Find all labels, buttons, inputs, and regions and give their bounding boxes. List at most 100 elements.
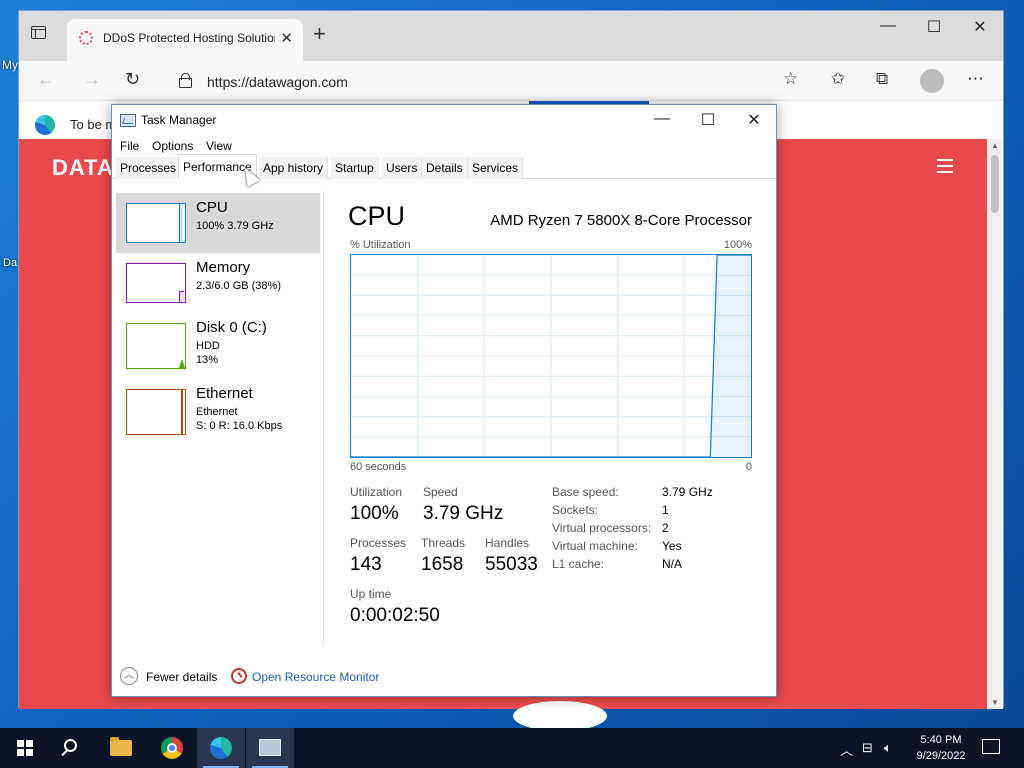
processor-name: AMD Ryzen 7 5800X 8-Core Processor (490, 212, 752, 229)
resource-detail: 2.3/6.0 GB (38%) (196, 280, 281, 292)
collections-icon[interactable]: ⧉ (876, 69, 888, 89)
tab-actions-icon[interactable] (31, 26, 49, 44)
browser-close-button[interactable]: ✕ (957, 17, 1003, 37)
edge-logo-icon (35, 115, 55, 135)
task-manager-titlebar[interactable]: Task Manager — ☐ ✕ (112, 105, 776, 135)
start-button[interactable] (0, 728, 48, 768)
cpu-thumbnail (126, 203, 186, 243)
graph-y-label: % Utilization (350, 239, 411, 251)
refresh-icon[interactable]: ↻ (125, 69, 140, 90)
system-clock[interactable]: 5:40 PM 9/29/2022 (906, 732, 976, 764)
browser-toolbar: ← → ↻ https://datawagon.com ☆ ✩ ⧉ ⋯ (19, 61, 1003, 101)
resource-detail: 100% 3.79 GHz (196, 220, 274, 232)
task-manager-icon (259, 739, 281, 756)
resource-item-memory[interactable]: Memory 2.3/6.0 GB (38%) (116, 253, 320, 313)
tab-startup[interactable]: Startup (331, 157, 379, 179)
tab-close-icon[interactable]: ✕ (280, 29, 293, 47)
close-button[interactable]: ✕ (732, 110, 776, 130)
search-button[interactable] (48, 728, 96, 768)
tab-services[interactable]: Services (468, 157, 524, 179)
tab-app-history[interactable]: App history (259, 157, 329, 179)
menu-options[interactable]: Options (152, 139, 193, 153)
browser-minimize-button[interactable]: — (865, 17, 911, 35)
sockets-label: Sockets: (552, 503, 599, 517)
threads-value: 1658 (421, 554, 464, 575)
base-speed-label: Base speed: (552, 485, 619, 499)
address-bar[interactable]: https://datawagon.com (169, 66, 849, 96)
cpu-utilization-graph (350, 254, 752, 458)
resource-name: Ethernet (196, 385, 253, 402)
resource-item-ethernet[interactable]: Ethernet Ethernet S: 0 R: 16.0 Kbps (116, 379, 320, 445)
forward-icon[interactable]: → (83, 69, 101, 90)
notifications-icon[interactable] (982, 739, 1000, 754)
hamburger-menu-icon[interactable] (937, 159, 953, 177)
url-text: https://datawagon.com (207, 74, 348, 90)
speed-label: Speed (423, 485, 458, 499)
file-explorer-button[interactable] (98, 728, 146, 768)
panel-divider[interactable] (323, 191, 324, 646)
site-logo[interactable]: DATA (52, 155, 114, 181)
cpu-graph-svg (351, 254, 751, 458)
network-icon[interactable]: ⊟ (862, 740, 873, 756)
graph-max-label: 100% (723, 239, 752, 251)
chevron-up-icon[interactable]: ︿ (840, 740, 853, 759)
resource-monitor-icon[interactable] (231, 668, 247, 684)
site-favicon-icon (79, 31, 93, 45)
tab-users[interactable]: Users (382, 157, 423, 179)
l1-cache-value: N/A (662, 557, 683, 571)
virtual-processors-label: Virtual processors: (552, 521, 652, 535)
back-icon[interactable]: ← (37, 69, 55, 90)
clock-date: 9/29/2022 (916, 750, 966, 762)
edge-icon (210, 737, 232, 759)
volume-icon[interactable]: 🔈︎ (884, 740, 892, 756)
minimize-button[interactable]: — (640, 110, 684, 128)
ethernet-thumbnail (126, 389, 186, 435)
utilization-value: 100% (350, 503, 399, 524)
add-favorite-icon[interactable]: ☆ (783, 69, 798, 89)
resource-item-disk[interactable]: Disk 0 (C:) HDD 13% (116, 313, 320, 379)
open-resource-monitor-link[interactable]: Open Resource Monitor (252, 670, 379, 684)
browser-maximize-button[interactable]: ☐ (911, 17, 957, 37)
window-title: Task Manager (141, 113, 217, 127)
new-tab-button[interactable]: + (313, 21, 326, 47)
fewer-details-link[interactable]: Fewer details (146, 670, 217, 684)
resource-detail: 13% (196, 354, 219, 366)
tab-details[interactable]: Details (422, 157, 468, 179)
profile-avatar[interactable] (920, 69, 944, 93)
browser-tabstrip: DDoS Protected Hosting Solutions ✕ + — ☐… (19, 11, 1003, 61)
lock-icon[interactable] (179, 73, 192, 88)
maximize-button[interactable]: ☐ (686, 110, 730, 130)
task-manager-window: Task Manager — ☐ ✕ File Options View Pro… (111, 104, 777, 697)
tab-processes[interactable]: Processes (116, 157, 182, 179)
memory-thumbnail (126, 263, 186, 303)
desktop-icon-label[interactable]: My (2, 58, 18, 72)
resource-detail: S: 0 R: 16.0 Kbps (196, 420, 283, 432)
virtual-machine-label: Virtual machine: (552, 539, 638, 553)
favorites-icon[interactable]: ✩ (831, 69, 845, 89)
l1-cache-label: L1 cache: (552, 557, 605, 571)
resource-list: CPU 100% 3.79 GHz Memory 2.3/6.0 GB (38%… (116, 191, 322, 651)
tab-title: DDoS Protected Hosting Solutions (103, 31, 275, 45)
resource-detail: HDD (196, 340, 220, 352)
desktop-icon-label[interactable]: Da (3, 257, 17, 269)
scroll-up-icon[interactable]: ▲ (991, 141, 999, 150)
taskbar: ︿ ⊟ 🔈︎ 5:40 PM 9/29/2022 (0, 728, 1024, 768)
more-options-icon[interactable]: ⋯ (967, 69, 984, 89)
chevron-up-icon[interactable]: ︿ (120, 667, 138, 685)
scrollbar-thumb[interactable] (991, 155, 999, 213)
browser-tab[interactable]: DDoS Protected Hosting Solutions ✕ (67, 19, 303, 61)
edge-button[interactable] (197, 728, 245, 768)
menu-view[interactable]: View (206, 139, 232, 153)
resource-item-cpu[interactable]: CPU 100% 3.79 GHz (116, 193, 320, 253)
virtual-processors-value: 2 (662, 521, 669, 535)
site-decoration (513, 701, 607, 731)
scroll-down-icon[interactable]: ▼ (991, 698, 999, 707)
chrome-button[interactable] (148, 728, 196, 768)
sockets-value: 1 (662, 503, 669, 517)
resource-detail: Ethernet (196, 406, 238, 418)
page-scrollbar[interactable]: ▲ ▼ (987, 139, 1003, 709)
task-manager-taskbar-button[interactable] (246, 728, 294, 768)
menu-file[interactable]: File (120, 139, 139, 153)
infobar-text: To be m (70, 117, 117, 132)
graph-time-label: 60 seconds (350, 461, 407, 473)
